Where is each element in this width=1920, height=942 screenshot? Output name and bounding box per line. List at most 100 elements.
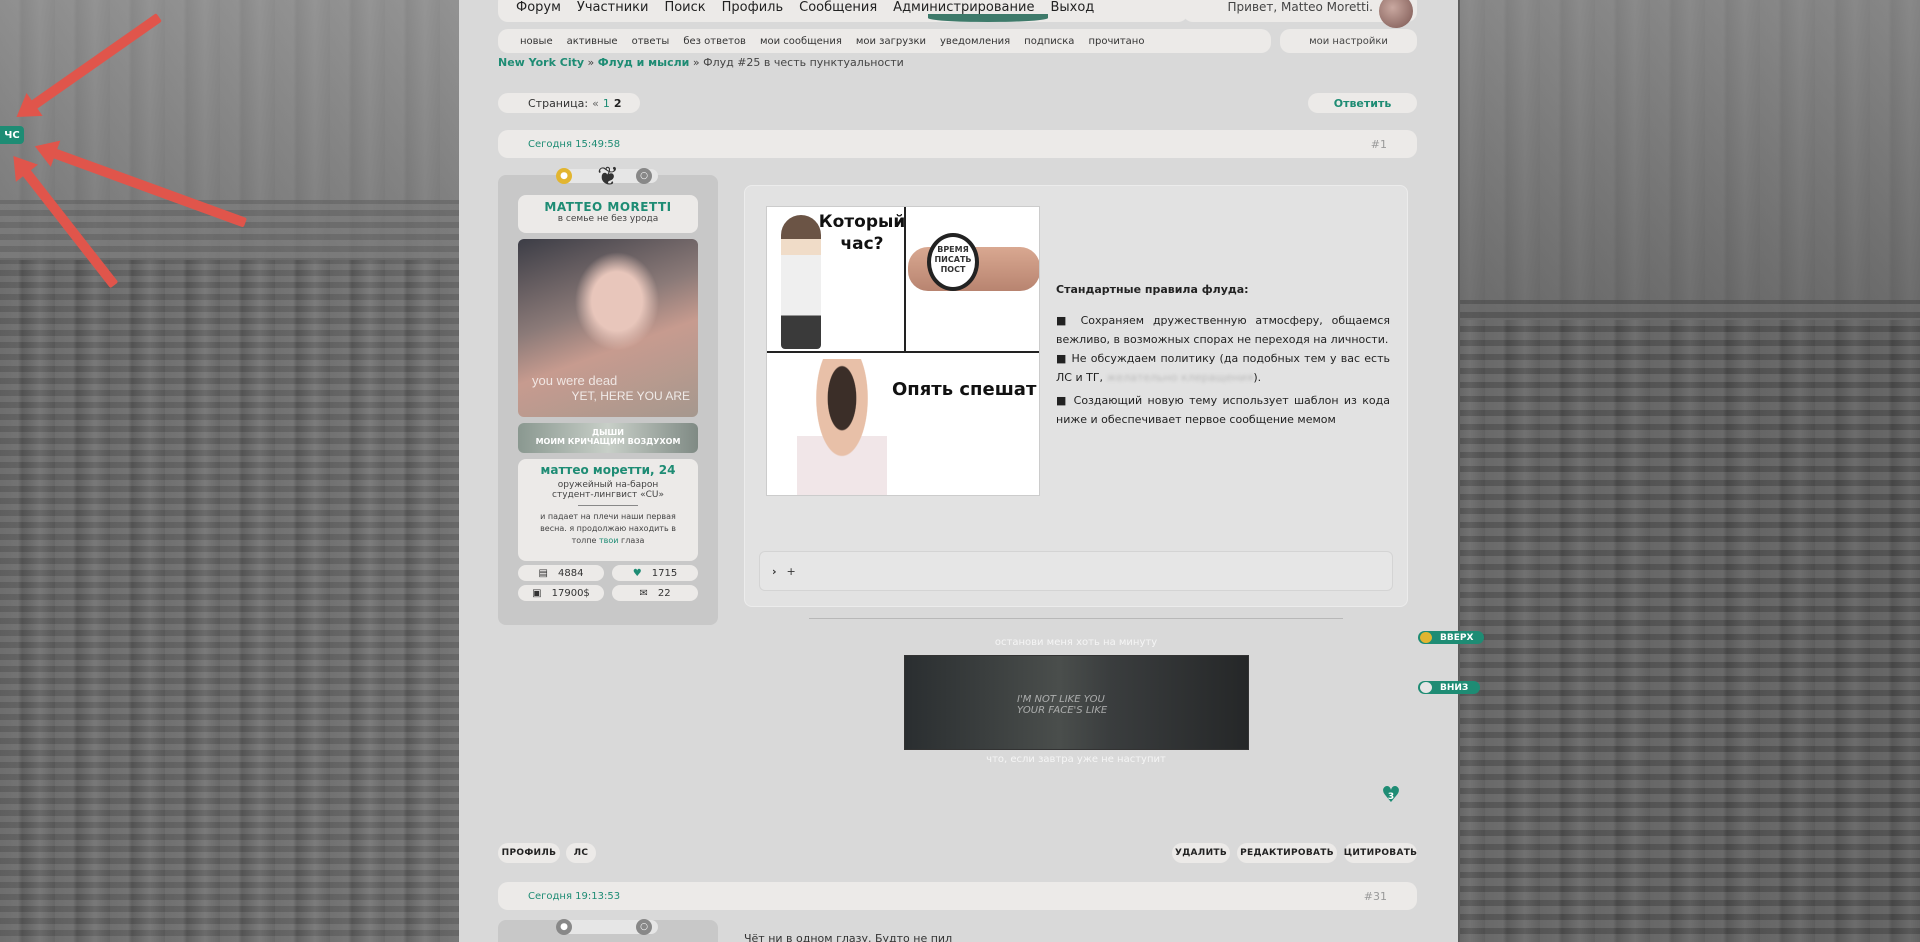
nav-search[interactable]: Поиск xyxy=(664,0,705,15)
meme-watch: ВРЕМЯ ПИСАТЬ ПОСТ xyxy=(927,233,979,291)
delete-button[interactable]: УДАЛИТЬ xyxy=(1172,843,1230,863)
greeting-panel: Привет, Matteo Moretti. xyxy=(1183,0,1417,28)
banner-line-1: ДЫШИ xyxy=(592,428,624,437)
subnav-notifications[interactable]: уведомления xyxy=(940,36,1010,47)
rules-title: Стандартные правила флуда: xyxy=(1056,283,1249,296)
stat-pm-value: 22 xyxy=(657,587,671,599)
nav-messages[interactable]: Сообщения xyxy=(799,0,877,15)
meme-man-checking-watch xyxy=(781,215,821,349)
like-heart-icon[interactable]: ♥ 3 xyxy=(1380,785,1402,807)
post-time[interactable]: Сегодня 19:13:53 xyxy=(528,891,620,902)
signature-divider xyxy=(809,618,1343,619)
pager-page-1[interactable]: 1 xyxy=(603,97,610,110)
search-icon[interactable]: ○ xyxy=(636,168,652,184)
character-info-box: маттео моретти, 24 оружейный на-барон ст… xyxy=(518,459,698,561)
envelope-icon[interactable]: ✉ xyxy=(639,588,647,599)
chevron-right-icon[interactable]: › xyxy=(772,565,777,578)
signature-top-text: останови меня хоть на минуту xyxy=(994,637,1158,648)
character-name[interactable]: маттео моретти, 24 xyxy=(518,463,698,477)
stat-posts-value: 4884 xyxy=(558,567,584,579)
signature-image-line-1: I'M NOT LIKE YOU xyxy=(1017,694,1105,705)
stat-likes: ♥ 1715 xyxy=(612,565,698,581)
breadcrumb-section[interactable]: Флуд и мысли xyxy=(598,56,690,69)
rule-2-blurred: желательно клеращения xyxy=(1106,371,1254,384)
character-quote: и падает на плечи наши первая весна. я п… xyxy=(518,511,698,547)
breadcrumb-separator: » xyxy=(584,56,598,69)
breadcrumb-city[interactable]: New York City xyxy=(498,56,584,69)
pager-prev[interactable]: « xyxy=(592,97,599,110)
top-navigation: Форум Участники Поиск Профиль Сообщения … xyxy=(498,0,1188,22)
post-number[interactable]: #1 xyxy=(1371,138,1387,151)
nav-profile[interactable]: Профиль xyxy=(722,0,784,15)
author-avatar: you were dead YET, HERE YOU ARE xyxy=(518,239,698,417)
reply-button[interactable]: Ответить xyxy=(1308,93,1417,113)
signature-image-line-2: YOUR FACE'S LIKE xyxy=(1017,705,1108,716)
author-title: в семье не без урода xyxy=(557,214,659,224)
pm-button[interactable]: ЛС xyxy=(566,843,596,863)
subnav-replies[interactable]: ответы xyxy=(632,36,670,47)
character-quote-link[interactable]: твои xyxy=(599,536,618,545)
like-count: 3 xyxy=(1387,792,1395,802)
nav-forum[interactable]: Форум xyxy=(516,0,561,15)
scroll-up-button[interactable]: ВВЕРХ xyxy=(1418,631,1484,644)
subnav-my-posts[interactable]: мои сообщения xyxy=(760,36,842,47)
avatar-caption-1: you were dead xyxy=(532,373,618,388)
meme-divider-vertical xyxy=(904,207,906,351)
author-profile: ● ○ ❦ MATTEO MORETTI в семье не без урод… xyxy=(498,163,718,625)
post-header: Сегодня 19:13:53 #31 xyxy=(498,882,1417,910)
pagination: Страница: « 1 2 xyxy=(498,93,640,113)
flood-rules: Стандартные правила флуда: ■ Сохраняем д… xyxy=(1056,280,1390,429)
blacklist-tag[interactable]: ЧС xyxy=(0,126,24,144)
scroll-down-button[interactable]: ВНИЗ xyxy=(1418,681,1480,694)
scroll-down-label: ВНИЗ xyxy=(1440,682,1469,693)
subnav-new[interactable]: новые xyxy=(520,36,553,47)
code-spoiler[interactable]: › + xyxy=(759,551,1393,591)
subnav-unanswered[interactable]: без ответов xyxy=(683,36,746,47)
search-icon[interactable]: ○ xyxy=(636,919,652,935)
subnav-subscriptions[interactable]: подписка xyxy=(1024,36,1074,47)
author-profile: ● ○ xyxy=(498,919,718,942)
user-icon[interactable]: ● xyxy=(556,919,572,935)
sub-navigation: новые активные ответы без ответов мои со… xyxy=(498,29,1271,53)
nav-logout[interactable]: Выход xyxy=(1050,0,1094,15)
background-buildings-right xyxy=(1460,300,1920,942)
user-icon[interactable]: ● xyxy=(556,168,572,184)
subnav-my-uploads[interactable]: мои загрузки xyxy=(856,36,926,47)
character-occupation: оружейный на-барон xyxy=(557,480,659,490)
subnav-mark-read[interactable]: прочитано xyxy=(1088,36,1144,47)
breadcrumb-separator: » xyxy=(689,56,704,69)
nav-members[interactable]: Участники xyxy=(577,0,649,15)
author-banner: ДЫШИ МОИМ КРИЧАЩИМ ВОЗДУХОМ xyxy=(518,423,698,453)
meme-divider-horizontal xyxy=(767,351,1039,353)
user-avatar[interactable] xyxy=(1379,0,1413,28)
author-name-box: MATTEO MORETTI в семье не без урода xyxy=(518,195,698,233)
meme-man-smiling xyxy=(797,359,887,495)
stat-pm: ✉ 22 xyxy=(612,585,698,601)
greeting-text: Привет, Matteo Moretti. xyxy=(1227,0,1373,14)
post-time[interactable]: Сегодня 15:49:58 xyxy=(528,139,620,150)
heart-icon: ♥ xyxy=(632,567,642,579)
quote-button[interactable]: ЦИТИРОВАТЬ xyxy=(1344,843,1417,863)
rule-1: ■ Сохраняем дружественную атмосферу, общ… xyxy=(1056,314,1390,346)
subnav-active[interactable]: активные xyxy=(567,36,618,47)
rule-2-end: ). xyxy=(1253,371,1262,384)
pager-label: Страница: xyxy=(528,96,589,110)
arrow-up-icon xyxy=(1420,632,1432,643)
character-study: студент-лингвист «CU» xyxy=(552,490,664,500)
edit-button[interactable]: РЕДАКТИРОВАТЬ xyxy=(1237,843,1337,863)
post-content: Который час? ВРЕМЯ ПИСАТЬ ПОСТ Опять спе… xyxy=(744,185,1408,607)
nav-decoration xyxy=(928,14,1048,22)
post-number[interactable]: #31 xyxy=(1364,890,1387,903)
nav-admin[interactable]: Администрирование xyxy=(893,0,1034,15)
comment-icon: ▤ xyxy=(538,567,548,579)
meme-question: Который час? xyxy=(818,212,906,254)
avatar-caption-2: YET, HERE YOU ARE xyxy=(571,389,690,403)
my-settings-link[interactable]: мои настройки xyxy=(1280,29,1417,53)
spoiler-label: + xyxy=(786,564,796,578)
breadcrumb-current: Флуд #25 в честь пунктуальности xyxy=(703,56,904,69)
author-name[interactable]: MATTEO MORETTI xyxy=(518,200,698,214)
signature-bottom-text: что, если завтра уже не наступит xyxy=(986,754,1166,765)
post-text: Чёт ни в одном глазу. Будто не пил xyxy=(744,932,953,942)
pager-page-2: 2 xyxy=(613,96,622,110)
profile-button[interactable]: ПРОФИЛЬ xyxy=(498,843,560,863)
